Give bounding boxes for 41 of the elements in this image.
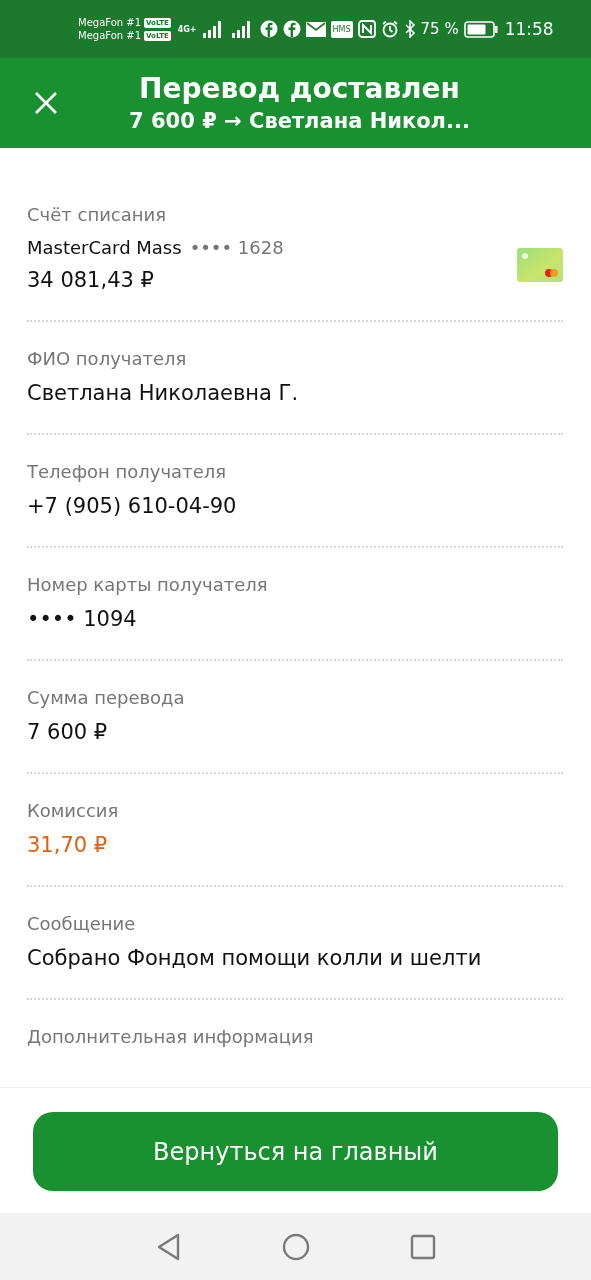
return-home-button[interactable]: Вернуться на главный [33,1112,558,1191]
bank-card-icon [517,247,563,282]
clock-time: 11:58 [504,19,554,39]
carrier-name: MegaFon #1 [78,30,142,41]
signal-icon [201,20,224,38]
facebook-icon [259,20,278,38]
mail-icon [305,21,326,37]
alarm-icon [380,20,399,38]
page-subtitle: 7 600 ₽ → Светлана Никол... [129,108,470,135]
field-label: Сумма перевода [27,687,186,708]
back-icon[interactable] [155,1232,182,1261]
field-label: Дополнительная информация [27,1026,315,1047]
signal-icon [230,20,253,38]
network-type: 4G+ [177,24,197,34]
field-value: 31,70 ₽ [27,833,109,857]
field-label: ФИО получателя [27,348,188,369]
page-title: Перевод доставлен [139,71,460,107]
field-value: 7 600 ₽ [27,720,109,744]
field-value: +7 (905) 610-04-90 [27,494,238,518]
home-icon[interactable] [281,1232,310,1261]
field-label: Счёт списания [27,204,168,225]
field-value: •••• 1094 [27,607,138,631]
nfc-icon [357,20,376,38]
field-value: Светлана Николаевна Г. [27,381,300,405]
carrier-name: MegaFon #1 [78,17,142,28]
field-label: Номер карты получателя [27,574,269,595]
facebook-icon [282,20,301,38]
card-name: MasterCard Mass [27,237,182,258]
hms-badge: HMS [330,20,353,38]
bluetooth-icon [403,20,416,38]
card-number: •••• 1628 [189,237,284,258]
close-button[interactable] [34,91,58,115]
field-label: Телефон получателя [27,461,228,482]
field-label: Комиссия [27,800,120,821]
battery-percent: 75 % [420,20,459,38]
close-icon [34,91,58,115]
field-value: 34 081,43 ₽ [27,268,155,292]
battery-icon [463,20,498,38]
recent-apps-icon[interactable] [409,1233,436,1260]
field-value: Собрано Фондом помощи колли и шелти [27,946,483,970]
field-label: Сообщение [27,913,137,934]
